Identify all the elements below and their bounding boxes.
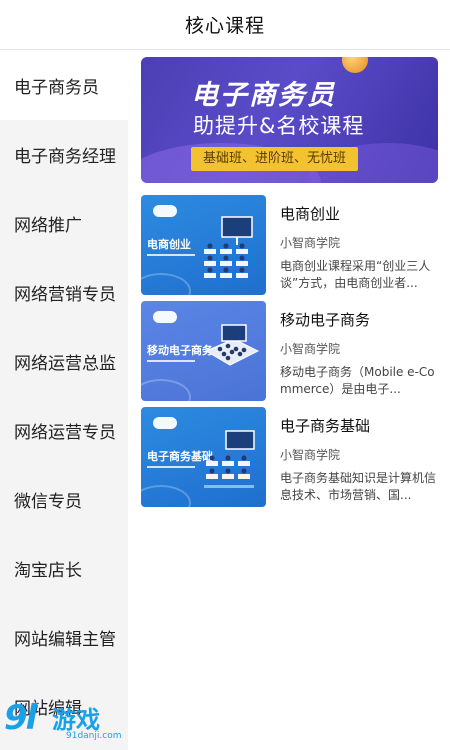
sidebar-item-ecommerce-clerk[interactable]: 电子商务员 <box>0 51 128 120</box>
course-title: 电子商务基础 <box>280 417 371 435</box>
course-thumbnail: 移动电子商务 <box>141 301 266 401</box>
course-info: 移动电子商务 小智商学院 移动电子商务（Mobile e-Commerce）是由… <box>280 301 438 401</box>
watermark-logo: 9l <box>4 698 37 738</box>
course-description: 移动电子商务（Mobile e-Commerce）是由电子... <box>280 365 435 396</box>
sidebar-item-taobao-manager[interactable]: 淘宝店长 <box>0 534 128 603</box>
course-card-ecommerce-basics[interactable]: 电子商务基础 电子商务基础 小智商学院 电子商务基础知识是计算机信息技术、市场营… <box>141 407 438 507</box>
top-bar: 核心课程 <box>0 0 450 50</box>
cloud-icon <box>153 205 177 217</box>
cloud-icon <box>153 311 177 323</box>
course-list-panel: 电子商务员 助提升&名校课程 基础班、进阶班、无忧班 电商创业 电商创业 小智商… <box>128 51 450 750</box>
course-school: 小智商学院 <box>280 448 341 462</box>
course-description: 电商创业课程采用“创业三人谈”方式，由电商创业者... <box>280 259 431 290</box>
course-school: 小智商学院 <box>280 342 341 356</box>
classroom-illustration-icon <box>204 324 260 366</box>
decoration <box>141 379 191 401</box>
sidebar-item-ecommerce-manager[interactable]: 电子商务经理 <box>0 120 128 189</box>
banner-subtitle: 助提升&名校课程 <box>193 114 365 138</box>
sidebar-item-operations-director[interactable]: 网络运营总监 <box>0 327 128 396</box>
page-title: 核心课程 <box>184 15 265 37</box>
course-thumbnail: 电子商务基础 <box>141 407 266 507</box>
thumbnail-divider <box>147 360 195 362</box>
classroom-illustration-icon <box>204 216 253 278</box>
category-sidebar: 电子商务员 电子商务经理 网络推广 网络营销专员 网络运营总监 网络运营专员 微… <box>0 51 128 750</box>
course-card-mobile-ecommerce[interactable]: 移动电子商务 移动电子商务 小智商学院 移动电子商务（Mobile e-Comm… <box>141 301 438 401</box>
course-thumbnail: 电商创业 <box>141 195 266 295</box>
banner-title: 电子商务员 <box>191 80 336 111</box>
banner-tag: 基础班、进阶班、无忧班 <box>191 147 359 171</box>
watermark-text: 游戏 <box>52 706 100 734</box>
decoration <box>141 273 191 295</box>
site-watermark: 9l 游戏 91danji.com <box>4 694 134 748</box>
watermark-url: 91danji.com <box>66 731 122 741</box>
sidebar-item-marketing-specialist[interactable]: 网络营销专员 <box>0 258 128 327</box>
thumbnail-divider <box>147 466 195 468</box>
course-school: 小智商学院 <box>280 236 341 250</box>
course-card-ecommerce-startup[interactable]: 电商创业 电商创业 小智商学院 电商创业课程采用“创业三人谈”方式，由电商创业者… <box>141 195 438 295</box>
course-title: 电商创业 <box>280 205 341 223</box>
course-description: 电子商务基础知识是计算机信息技术、市场营销、国... <box>280 471 437 502</box>
course-info: 电商创业 小智商学院 电商创业课程采用“创业三人谈”方式，由电商创业者... <box>280 195 438 295</box>
decoration <box>141 485 191 507</box>
thumbnail-label: 电商创业 <box>147 238 191 251</box>
course-info: 电子商务基础 小智商学院 电子商务基础知识是计算机信息技术、市场营销、国... <box>280 407 438 507</box>
promo-banner[interactable]: 电子商务员 助提升&名校课程 基础班、进阶班、无忧班 <box>141 57 438 183</box>
coin-icon <box>342 57 368 73</box>
cloud-icon <box>153 417 177 429</box>
sidebar-item-online-promotion[interactable]: 网络推广 <box>0 189 128 258</box>
classroom-illustration-icon <box>204 430 255 488</box>
thumbnail-divider <box>147 254 195 256</box>
sidebar-item-operations-specialist[interactable]: 网络运营专员 <box>0 396 128 465</box>
sidebar-item-web-editor-lead[interactable]: 网站编辑主管 <box>0 603 128 672</box>
course-title: 移动电子商务 <box>280 311 371 329</box>
sidebar-item-wechat-specialist[interactable]: 微信专员 <box>0 465 128 534</box>
